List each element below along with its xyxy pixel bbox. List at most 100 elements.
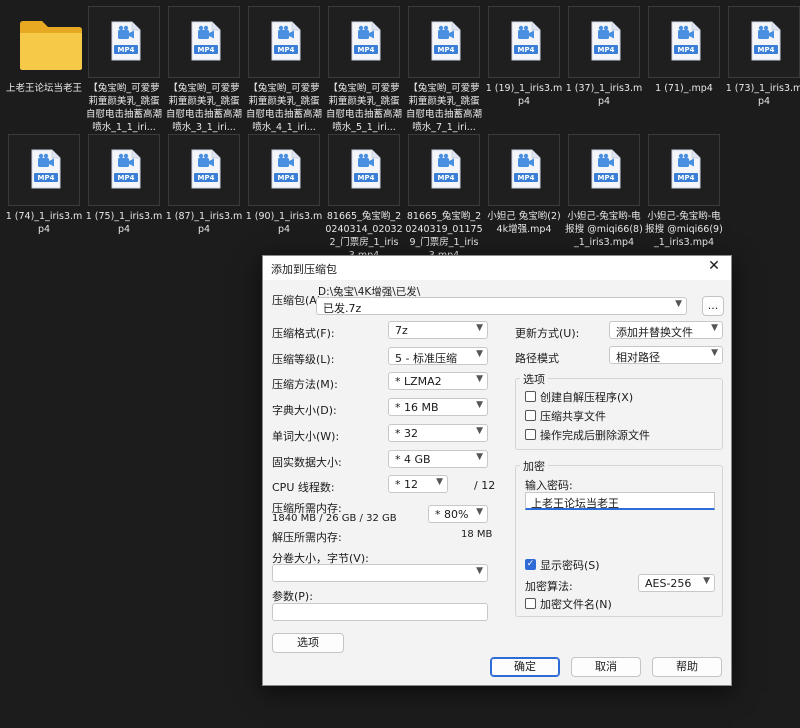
encrypt-names-checkbox[interactable] xyxy=(525,598,536,609)
file-item[interactable]: MP4 小妲己-兔宝哟-电报搜 @miqi66(8)_1_iris3.mp4 xyxy=(564,134,644,249)
file-item[interactable]: MP481665_兔宝哟_20240314_020322_门票房_1_iris3… xyxy=(324,134,404,262)
file-thumbnail: MP4 xyxy=(648,6,720,78)
file-thumbnail: MP4 xyxy=(168,134,240,206)
file-thumbnail: MP4 xyxy=(568,134,640,206)
video-file-icon xyxy=(111,21,141,61)
video-file-icon xyxy=(271,149,301,189)
show-password-checkbox[interactable]: ✓ xyxy=(525,559,536,570)
file-thumbnail: MP4 xyxy=(88,6,160,78)
file-thumbnail: MP4 xyxy=(248,134,320,206)
add-to-archive-dialog: 添加到压缩包 ✕ 压缩包(A) D:\兔宝\4K增强\已发\ 已发.7z ▼ .… xyxy=(262,255,732,686)
chevron-down-icon: ▼ xyxy=(476,451,483,462)
cpu-threads-value: * 12 xyxy=(395,478,418,492)
file-item[interactable]: MP4 【兔宝哟_可爱萝莉童颜美乳_跳蛋自慰电击抽蓄高潮喷水_7_1_iri... xyxy=(404,6,484,134)
mem-percent-combo[interactable]: * 80% ▼ xyxy=(428,505,488,523)
file-thumbnail: MP4 xyxy=(328,6,400,78)
file-item[interactable]: MP481665_兔宝哟_20240319_011759_门票房_1_iris3… xyxy=(404,134,484,262)
archive-label: 压缩包(A) xyxy=(272,294,322,307)
video-file-icon xyxy=(671,149,701,189)
archive-name-combo[interactable]: 已发.7z ▼ xyxy=(316,297,687,315)
file-item[interactable]: MP4 【兔宝哟_可爱萝莉童颜美乳_跳蛋自慰电击抽蓄高潮喷水_1_1_iri... xyxy=(84,6,164,134)
browse-button[interactable]: ... xyxy=(702,296,724,316)
ok-button[interactable]: 确定 xyxy=(490,657,560,677)
update-combo[interactable]: 添加并替换文件 ▼ xyxy=(609,321,723,339)
file-item[interactable]: MP4 【兔宝哟_可爱萝莉童颜美乳_跳蛋自慰电击抽蓄高潮喷水_3_1_iri... xyxy=(164,6,244,134)
chevron-down-icon: ▼ xyxy=(711,348,718,358)
video-file-icon xyxy=(271,21,301,61)
options-button[interactable]: 选项 xyxy=(272,633,344,653)
mp4-badge: MP4 xyxy=(277,46,295,54)
chevron-down-icon: ▼ xyxy=(476,566,483,576)
video-file-icon xyxy=(671,21,701,61)
word-size-label: 单词大小(W): xyxy=(272,429,340,443)
file-label: 小妲己-兔宝哟-电报搜 @miqi66(9)_1_iris3.mp4 xyxy=(645,211,723,248)
help-button[interactable]: 帮助 xyxy=(652,657,722,677)
encrypt-method-combo[interactable]: AES-256 ▼ xyxy=(638,574,715,592)
file-item[interactable]: MP4 1 (74)_1_iris3.mp4 xyxy=(4,134,84,236)
mp4-badge: MP4 xyxy=(277,174,295,182)
dictionary-combo[interactable]: * 16 MB ▼ xyxy=(388,398,488,417)
file-item[interactable]: MP4 1 (37)_1_iris3.mp4 xyxy=(564,6,644,108)
password-label: 输入密码: xyxy=(525,479,573,492)
file-label: 【兔宝哟_可爱萝莉童颜美乳_跳蛋自慰电击抽蓄高潮喷水_4_1_iri... xyxy=(245,83,322,133)
file-label: 1 (90)_1_iris3.mp4 xyxy=(245,211,323,235)
video-file-icon xyxy=(511,21,541,61)
video-file-icon xyxy=(191,21,221,61)
file-thumbnail: MP4 xyxy=(568,6,640,78)
sfx-label: 创建自解压程序(X) xyxy=(540,391,634,404)
mp4-badge: MP4 xyxy=(517,174,535,182)
file-item[interactable]: MP4 【兔宝哟_可爱萝莉童颜美乳_跳蛋自慰电击抽蓄高潮喷水_5_1_iri... xyxy=(324,6,404,134)
mp4-badge: MP4 xyxy=(437,174,455,182)
file-item[interactable]: MP4 1 (73)_1_iris3.mp4 xyxy=(724,6,800,108)
cpu-threads-combo[interactable]: * 12 ▼ xyxy=(388,475,448,494)
video-file-icon xyxy=(751,21,781,61)
video-file-icon xyxy=(351,149,381,189)
file-item[interactable]: MP4 1 (19)_1_iris3.mp4 xyxy=(484,6,564,108)
video-file-icon xyxy=(591,149,621,189)
params-input[interactable] xyxy=(272,603,488,621)
cancel-button[interactable]: 取消 xyxy=(571,657,641,677)
file-item[interactable]: MP4 【兔宝哟_可爱萝莉童颜美乳_跳蛋自慰电击抽蓄高潮喷水_4_1_iri... xyxy=(244,6,324,134)
dictionary-label: 字典大小(D): xyxy=(272,404,337,418)
file-thumbnail: MP4 xyxy=(168,6,240,78)
format-combo[interactable]: 7z ▼ xyxy=(388,321,488,339)
file-item[interactable]: MP4 1 (75)_1_iris3.mp4 xyxy=(84,134,164,236)
file-thumbnail: MP4 xyxy=(8,134,80,206)
mem-percent-value: * 80% xyxy=(435,508,469,521)
close-icon[interactable]: ✕ xyxy=(705,258,723,274)
encrypt-method-value: AES-256 xyxy=(645,577,692,590)
format-value: 7z xyxy=(395,324,408,337)
mp4-badge: MP4 xyxy=(677,174,695,182)
file-label: 上老王论坛当老王 xyxy=(5,83,82,94)
dialog-title: 添加到压缩包 xyxy=(271,263,337,276)
chevron-down-icon: ▼ xyxy=(476,323,483,333)
file-label: 1 (73)_1_iris3.mp4 xyxy=(725,83,800,107)
encrypt-method-label: 加密算法: xyxy=(525,580,573,593)
show-password-label: 显示密码(S) xyxy=(540,559,600,572)
video-file-icon xyxy=(351,21,381,61)
file-item[interactable]: MP4 1 (87)_1_iris3.mp4 xyxy=(164,134,244,236)
file-item[interactable]: MP4 1 (71)_.mp4 xyxy=(644,6,724,95)
file-item[interactable]: MP4 小妲己-兔宝哟-电报搜 @miqi66(9)_1_iris3.mp4 xyxy=(644,134,724,249)
solid-block-combo[interactable]: * 4 GB ▼ xyxy=(388,449,488,468)
word-size-value: * 32 xyxy=(395,426,418,440)
mp4-badge: MP4 xyxy=(757,46,775,54)
path-mode-combo[interactable]: 相对路径 ▼ xyxy=(609,346,723,364)
solid-block-label: 固实数据大小: xyxy=(272,455,342,469)
sfx-checkbox[interactable] xyxy=(525,391,536,402)
video-file-icon xyxy=(511,149,541,189)
file-label: 1 (87)_1_iris3.mp4 xyxy=(165,211,243,235)
split-combo[interactable]: ▼ xyxy=(272,564,488,582)
mp4-badge: MP4 xyxy=(437,46,455,54)
password-input[interactable]: 上老王论坛当老王 xyxy=(525,492,715,510)
level-combo[interactable]: 5 - 标准压缩 ▼ xyxy=(388,346,488,365)
word-size-combo[interactable]: * 32 ▼ xyxy=(388,423,488,442)
method-combo[interactable]: * LZMA2 ▼ xyxy=(388,372,488,391)
file-item[interactable]: MP4 小妲己 兔宝哟(2)4k增强.mp4 xyxy=(484,134,564,236)
file-item[interactable]: MP4 1 (90)_1_iris3.mp4 xyxy=(244,134,324,236)
file-label: 1 (19)_1_iris3.mp4 xyxy=(485,83,563,107)
folder-item[interactable]: 上老王论坛当老王 xyxy=(4,6,84,95)
file-label: 【兔宝哟_可爱萝莉童颜美乳_跳蛋自慰电击抽蓄高潮喷水_5_1_iri... xyxy=(325,83,402,133)
shared-files-checkbox[interactable] xyxy=(525,410,536,421)
delete-after-checkbox[interactable] xyxy=(525,429,536,440)
